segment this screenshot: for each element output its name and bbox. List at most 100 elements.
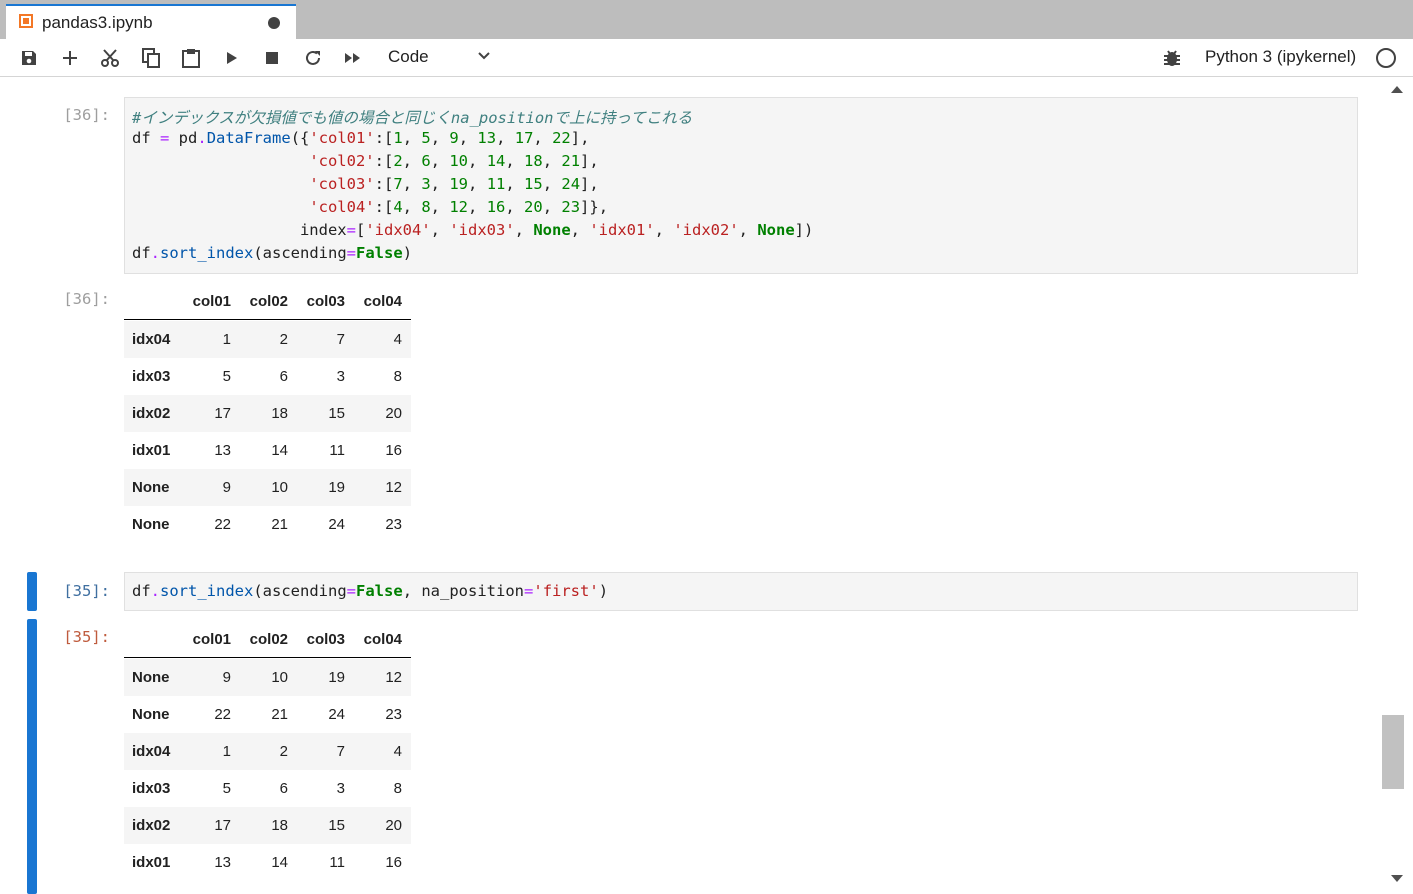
code-editor[interactable]: #インデックスが欠損値でも値の場合と同じくna_positionで上に持ってこれ… <box>124 97 1358 274</box>
table-cell: 21 <box>271 706 288 723</box>
notebook-panel: [36]: #インデックスが欠損値でも値の場合と同じくna_positionで上… <box>0 78 1380 894</box>
column-header: col03 <box>306 631 345 648</box>
save-button[interactable] <box>17 47 41 69</box>
table-cell: 1 <box>222 743 231 760</box>
row-index: idx03 <box>132 368 171 385</box>
restart-icon <box>306 50 320 65</box>
row-index: None <box>132 706 170 723</box>
table-cell: 4 <box>393 743 402 760</box>
table-row: idx03 5 6 3 8 <box>124 770 411 807</box>
scroll-thumb[interactable] <box>1382 715 1404 789</box>
code-line: df.sort_index(ascending=False) <box>132 244 413 262</box>
table-header: col01 col02 col03 col04 <box>124 621 411 658</box>
paste-button[interactable] <box>179 47 203 69</box>
stop-button[interactable] <box>260 47 284 69</box>
row-index: None <box>132 479 170 496</box>
paste-icon <box>182 49 200 68</box>
table-row: idx04 1 2 7 4 <box>124 733 411 770</box>
row-index: None <box>132 669 170 686</box>
output-prompt: [36]: <box>63 290 110 308</box>
column-header: col02 <box>249 293 288 310</box>
table-cell: 19 <box>328 669 345 686</box>
tab-bar: pandas3.ipynb <box>0 0 1413 39</box>
table-cell: 8 <box>393 780 402 797</box>
scroll-down-icon[interactable] <box>1391 875 1403 882</box>
copy-button[interactable] <box>139 47 163 69</box>
table-cell: 23 <box>385 516 402 533</box>
table-cell: 9 <box>222 669 231 686</box>
column-header: col01 <box>192 631 231 648</box>
input-prompt: [35]: <box>63 582 110 600</box>
code-editor[interactable]: df.sort_index(ascending=False, na_positi… <box>124 572 1358 611</box>
row-index: idx03 <box>132 780 171 797</box>
table-cell: 12 <box>385 479 402 496</box>
vertical-scrollbar[interactable] <box>1380 78 1413 894</box>
table-cell: 15 <box>328 817 345 834</box>
cell-type-dropdown[interactable]: Code <box>388 45 498 71</box>
table-row: None 9 10 19 12 <box>124 659 411 696</box>
table-header: col01 col02 col03 col04 <box>124 283 411 320</box>
code-line: 'col03':[7, 3, 19, 11, 15, 24], <box>309 175 599 193</box>
table-cell: 8 <box>393 368 402 385</box>
column-header: col02 <box>249 631 288 648</box>
table-cell: 6 <box>279 780 288 797</box>
table-row: None 22 21 24 23 <box>124 506 411 543</box>
table-cell: 17 <box>214 817 231 834</box>
table-cell: 5 <box>222 780 231 797</box>
table-cell: 10 <box>271 479 288 496</box>
table-cell: 16 <box>385 442 402 459</box>
row-index: idx04 <box>132 743 171 760</box>
dataframe-output: col01 col02 col03 col04 None 9 10 19 12 … <box>124 621 411 887</box>
table-row: idx03 5 6 3 8 <box>124 358 411 395</box>
save-icon <box>22 51 36 65</box>
code-line: df = pd.DataFrame({'col01':[1, 5, 9, 13,… <box>132 129 590 147</box>
table-cell: 3 <box>336 780 345 797</box>
notebook-icon <box>19 14 33 28</box>
table-cell: 22 <box>214 706 231 723</box>
column-header: col04 <box>363 293 402 310</box>
restart-run-all-button[interactable] <box>341 47 365 69</box>
table-cell: 9 <box>222 479 231 496</box>
column-header: col04 <box>363 631 402 648</box>
table-row: idx01 13 14 11 16 <box>124 432 411 469</box>
bug-icon[interactable] <box>1162 48 1182 68</box>
table-cell: 15 <box>328 405 345 422</box>
table-cell: 11 <box>329 854 345 871</box>
table-row: None 22 21 24 23 <box>124 696 411 733</box>
notebook-tab[interactable]: pandas3.ipynb <box>6 4 296 39</box>
table-cell: 4 <box>393 331 402 348</box>
output-collapser[interactable] <box>27 619 37 894</box>
chevron-down-icon <box>478 52 490 60</box>
row-index: idx04 <box>132 331 171 348</box>
table-cell: 5 <box>222 368 231 385</box>
row-index: None <box>132 516 170 533</box>
code-line: 'col02':[2, 6, 10, 14, 18, 21], <box>309 152 599 170</box>
restart-button[interactable] <box>301 47 325 69</box>
table-cell: 16 <box>385 854 402 871</box>
table-cell: 17 <box>214 405 231 422</box>
table-cell: 24 <box>328 516 345 533</box>
table-cell: 3 <box>336 368 345 385</box>
scissors-icon <box>101 49 119 67</box>
table-cell: 13 <box>214 442 231 459</box>
notebook-toolbar: Code Python 3 (ipykernel) <box>0 39 1413 77</box>
copy-icon <box>142 48 160 68</box>
code-line: index=['idx04', 'idx03', None, 'idx01', … <box>132 221 814 239</box>
unsaved-indicator-icon[interactable] <box>268 17 280 29</box>
kernel-name[interactable]: Python 3 (ipykernel) <box>1205 47 1356 67</box>
code-line: #インデックスが欠損値でも値の場合と同じくna_positionで上に持ってこれ… <box>132 109 693 127</box>
add-cell-button[interactable] <box>58 47 82 69</box>
table-cell: 23 <box>385 706 402 723</box>
cut-button[interactable] <box>98 47 122 69</box>
table-cell: 20 <box>385 817 402 834</box>
kernel-status-icon <box>1376 48 1396 68</box>
table-cell: 12 <box>385 669 402 686</box>
table-cell: 2 <box>279 331 288 348</box>
run-button[interactable] <box>220 47 244 69</box>
table-cell: 21 <box>271 516 288 533</box>
table-cell: 2 <box>279 743 288 760</box>
scroll-up-icon[interactable] <box>1391 86 1403 93</box>
row-index: idx02 <box>132 405 171 422</box>
table-cell: 18 <box>271 405 288 422</box>
column-header: col03 <box>306 293 345 310</box>
